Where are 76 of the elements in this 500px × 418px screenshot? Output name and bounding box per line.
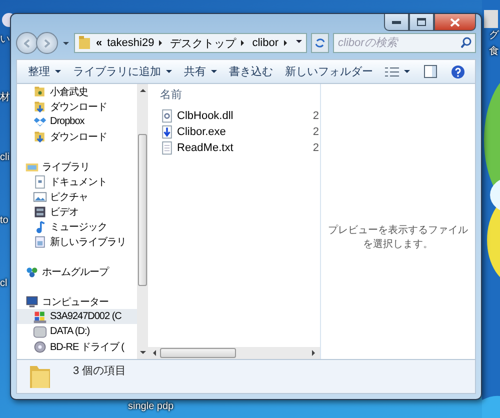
table-cell: 2 <box>312 110 320 122</box>
minimize-icon <box>392 20 401 24</box>
nav-item[interactable]: ホームグループ <box>17 264 137 279</box>
text-file-icon <box>160 141 174 155</box>
item-count: 3 個の項目 <box>73 364 126 378</box>
breadcrumb[interactable]: takeshi29 <box>107 37 154 49</box>
toolbar-button[interactable]: ライブラリに追加 <box>68 62 177 81</box>
picture-icon <box>33 190 47 204</box>
maximize-icon <box>417 18 426 26</box>
people-group-icon <box>25 264 39 278</box>
scrollbar[interactable] <box>137 84 148 359</box>
file-item[interactable]: ClbHook.dll <box>160 109 234 123</box>
table-cell: 2 <box>312 126 320 138</box>
breadcrumb[interactable]: clibor <box>252 37 279 49</box>
nav-item[interactable]: ライブラリ <box>17 159 137 174</box>
nav-item[interactable]: ビデオ <box>17 204 137 219</box>
desktop-icon-label: to <box>0 215 8 227</box>
nav-item[interactable]: DATA (D:) <box>17 324 137 339</box>
forward-button[interactable] <box>36 32 58 54</box>
help-icon <box>451 64 465 78</box>
user-folder-icon <box>33 84 47 98</box>
preview-message: プレビューを表示するファイルを選択します。 <box>327 224 469 250</box>
toolbar-button[interactable]: 共有 <box>179 62 222 81</box>
nav-item[interactable]: ダウンロード <box>17 129 137 144</box>
nav-item[interactable]: コンピューター <box>17 294 137 309</box>
toolbar-button[interactable]: 新しいフォルダー <box>280 62 378 81</box>
minimize-button[interactable] <box>384 14 409 31</box>
desktop-icon-label: single pdp <box>128 401 174 413</box>
nav-item[interactable]: ミュージック <box>17 219 137 234</box>
preview-pane-icon <box>424 65 437 78</box>
desktop-icon-label: グ <box>489 30 499 42</box>
file-item[interactable]: ReadMe.txt <box>160 141 234 155</box>
desktop-icon-label: cli <box>0 152 10 164</box>
program-file-icon <box>160 125 174 139</box>
refresh-button[interactable] <box>311 33 329 53</box>
nav-item[interactable]: ピクチャ <box>17 189 137 204</box>
list-view-icon <box>385 66 399 76</box>
column-header[interactable]: 名前 <box>160 86 182 102</box>
close-icon <box>450 18 460 26</box>
toolbar-button[interactable]: 整理 <box>23 62 66 81</box>
address-bar[interactable]: « takeshi29 デスクトップ clibor <box>74 33 307 53</box>
refresh-icon <box>314 37 326 49</box>
nav-item[interactable]: ドキュメント <box>17 174 137 189</box>
scrollbar[interactable] <box>148 347 320 359</box>
search-field[interactable]: cliborの検索 <box>333 33 476 53</box>
library-icon <box>33 234 47 248</box>
desktop-icon-label: い <box>0 34 10 46</box>
overflow-chevron[interactable]: « <box>96 37 102 49</box>
nav-item[interactable]: 新しいライブラリ <box>17 234 137 249</box>
nav-item[interactable]: S3A9247D002 (C <box>17 309 137 324</box>
history-dropdown-button[interactable] <box>62 39 70 47</box>
toolbar-button[interactable]: 書き込む <box>224 62 278 81</box>
search-icon[interactable] <box>461 37 472 48</box>
computer-icon <box>25 294 39 308</box>
folder-icon <box>79 36 91 50</box>
desktop-icon-label: 食 <box>489 46 499 58</box>
disc-drive-icon <box>33 340 47 354</box>
download-folder-icon <box>33 100 47 114</box>
download-folder-icon <box>33 130 47 144</box>
nav-item[interactable]: ダウンロード <box>17 99 137 114</box>
desktop-icon-label: 材 <box>0 92 10 104</box>
table-cell: 2 <box>312 142 320 154</box>
gear-file-icon <box>160 109 174 123</box>
maximize-button[interactable] <box>409 14 434 31</box>
windows-drive-icon <box>33 310 47 324</box>
close-button[interactable] <box>434 14 476 31</box>
nav-item[interactable]: 小倉武史 <box>17 84 137 99</box>
document-icon <box>33 174 47 188</box>
desktop-icon-label: cl <box>0 278 8 290</box>
file-item[interactable]: Clibor.exe <box>160 125 226 139</box>
film-icon <box>33 204 47 218</box>
nav-item[interactable]: Dropbox <box>17 114 137 129</box>
folder-icon <box>29 363 51 389</box>
nav-item[interactable]: BD-RE ドライブ ( <box>17 339 137 354</box>
drive-icon <box>33 324 47 338</box>
breadcrumb[interactable]: デスクトップ <box>170 36 236 50</box>
